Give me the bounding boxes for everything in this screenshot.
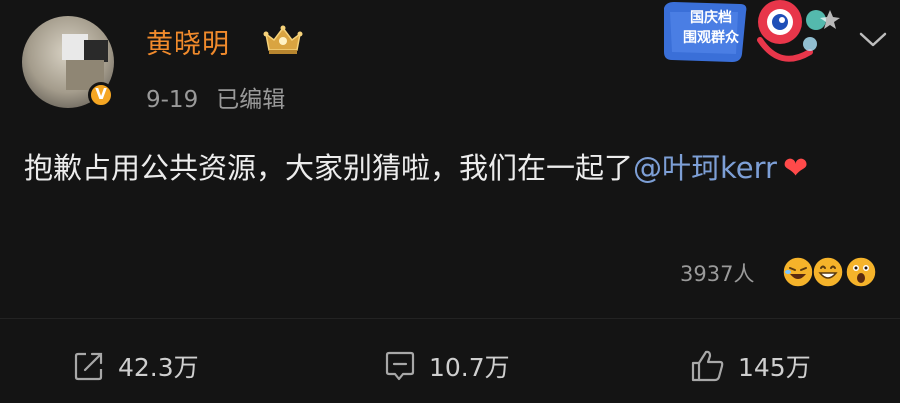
surprised-emoji-icon[interactable] [845,256,877,288]
heart-emoji: ❤ [782,151,809,186]
like-icon [691,350,724,382]
comment-count: 10.7万 [429,353,510,382]
mention-link[interactable]: @叶珂kerr [633,151,777,185]
chevron-down-icon[interactable] [858,30,888,50]
post-meta: 9-19 已编辑 [146,80,285,114]
laugh-emoji-icon[interactable] [782,256,814,288]
edited-label[interactable]: 已编辑 [216,87,285,113]
sticker-line: 国庆档 [690,10,732,26]
post-content: 抱歉占用公共资源，大家别猜啦，我们在一起了@叶珂kerr ❤ [24,139,874,198]
crown-badge-icon[interactable] [262,24,304,56]
share-icon [74,352,103,381]
comment-button[interactable]: 10.7万 [383,346,510,386]
username[interactable]: 黄晓明 [146,22,230,61]
grin-emoji-icon[interactable] [812,256,844,288]
share-count: 42.3万 [118,353,199,382]
avatar-blur-patch [84,40,108,62]
like-button[interactable]: 145万 [690,346,811,386]
sticker-text: 国庆档 围观群众 [676,8,746,48]
divider [0,318,900,319]
share-button[interactable]: 42.3万 [72,346,199,386]
post-date: 9-19 [146,87,199,113]
like-count: 145万 [738,353,811,382]
sticker-line: 围观群众 [683,30,739,46]
verified-badge-icon: V [88,82,114,108]
reaction-count[interactable]: 3937人 [680,258,754,288]
comment-icon [385,351,415,381]
post-text: 抱歉占用公共资源，大家别猜啦，我们在一起了 [24,151,634,185]
